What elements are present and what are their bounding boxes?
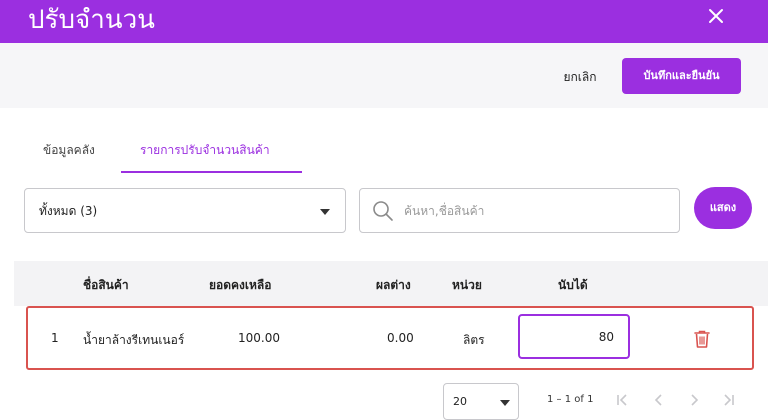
trash-icon[interactable] — [692, 329, 712, 349]
product-name: น้ำยาล้างรีเทนเนอร์ — [83, 333, 185, 347]
column-header-counted: นับได้ — [558, 278, 588, 292]
unit-value: ลิตร — [463, 333, 485, 347]
dialog-title: ปรับจำนวน — [28, 5, 155, 35]
column-header-balance: ยอดคงเหลือ — [209, 278, 272, 292]
column-header-difference: ผลต่าง — [376, 278, 411, 292]
counted-quantity-input[interactable] — [518, 314, 630, 359]
cancel-button[interactable]: ยกเลิก — [548, 65, 612, 89]
tab-adjustment-list[interactable]: รายการปรับจำนวนสินค้า — [140, 140, 270, 166]
pagination-range: 1 – 1 of 1 — [547, 394, 594, 405]
save-confirm-button[interactable]: บันทึกและยืนยัน — [622, 58, 741, 94]
search-input[interactable] — [404, 201, 664, 221]
dialog-header: ปรับจำนวน — [0, 0, 768, 43]
chevron-down-icon — [320, 209, 330, 215]
row-number: 1 — [51, 331, 59, 345]
difference-value: 0.00 — [387, 331, 414, 345]
chevron-down-icon — [500, 400, 510, 406]
tab-stock-info[interactable]: ข้อมูลคลัง — [43, 140, 95, 166]
active-tab-indicator — [121, 171, 302, 173]
first-page-icon[interactable] — [614, 392, 630, 408]
next-page-icon[interactable] — [686, 392, 702, 408]
search-icon — [373, 201, 393, 221]
filter-select[interactable]: ทั้งหมด (3) — [24, 188, 346, 233]
column-header-product-name: ชื่อสินค้า — [83, 278, 129, 292]
column-header-unit: หน่วย — [452, 278, 482, 292]
page-size-select[interactable]: 20 — [443, 383, 519, 420]
filter-select-value: ทั้งหมด (3) — [39, 204, 98, 218]
last-page-icon[interactable] — [721, 392, 737, 408]
search-box[interactable] — [359, 188, 680, 233]
page-size-value: 20 — [453, 395, 467, 408]
show-button[interactable]: แสดง — [694, 187, 752, 229]
close-icon[interactable] — [704, 4, 728, 28]
balance-value: 100.00 — [238, 331, 280, 345]
prev-page-icon[interactable] — [651, 392, 667, 408]
